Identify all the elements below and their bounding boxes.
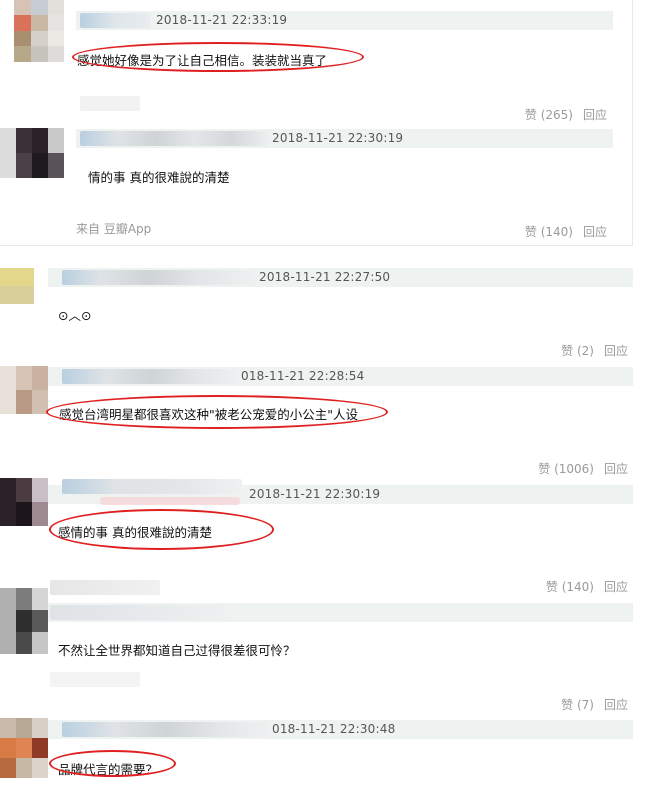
like-button[interactable]: 赞 (1006) <box>538 462 594 476</box>
comment-text: ⊙︿⊙ <box>58 308 92 323</box>
avatar[interactable] <box>0 588 48 654</box>
timestamp: 2018-11-21 22:30:19 <box>272 131 404 145</box>
reply-button[interactable]: 回应 <box>604 462 628 476</box>
comment-actions: 赞 (1006) 回应 <box>528 460 628 477</box>
reply-actions: 赞 (265) 回应 <box>515 106 607 123</box>
comment-actions: 赞 (140) 回应 <box>536 578 628 595</box>
comment-text: 感情的事 真的很难說的清楚 <box>58 525 212 540</box>
comment-text: 感觉台湾明星都很喜欢这种"被老公宠爱的小公主"人设 <box>59 407 359 422</box>
comment-text: 情的事 真的很难說的清楚 <box>88 170 230 185</box>
timestamp: 018-11-21 22:28:54 <box>241 369 365 383</box>
username-blurred[interactable] <box>62 369 240 384</box>
like-button[interactable]: 赞 (7) <box>561 698 594 712</box>
username-blurred[interactable] <box>62 479 242 494</box>
comment-text: 品牌代言的需要？ <box>58 762 159 777</box>
reply-button[interactable]: 回应 <box>583 225 607 239</box>
reply-actions: 赞 (140) 回应 <box>515 223 607 240</box>
avatar[interactable] <box>0 366 48 414</box>
timestamp: 2018-11-21 22:33:19 <box>156 13 288 27</box>
blurred-line <box>80 96 140 111</box>
username-blurred[interactable] <box>50 580 160 595</box>
source-label[interactable]: 来自 豆瓣App <box>76 220 151 237</box>
username-blurred[interactable] <box>80 13 150 28</box>
timestamp: 2018-11-21 22:30:19 <box>249 487 381 501</box>
blurred-line <box>50 605 230 620</box>
comment-actions: 赞 (7) 回应 <box>551 696 628 713</box>
timestamp: 2018-11-21 22:27:50 <box>259 270 391 284</box>
timestamp: 018-11-21 22:30:48 <box>272 722 396 736</box>
like-button[interactable]: 赞 (140) <box>525 225 573 239</box>
avatar[interactable] <box>0 268 34 304</box>
reply-button[interactable]: 回应 <box>604 698 628 712</box>
avatar[interactable] <box>14 0 64 62</box>
comment-text: 不然让全世界都知道自己过得很差很可怜？ <box>58 643 296 658</box>
username-blurred[interactable] <box>80 131 270 146</box>
like-button[interactable]: 赞 (265) <box>525 108 573 122</box>
avatar[interactable] <box>0 718 48 778</box>
blurred-line <box>100 497 240 505</box>
comment-actions: 赞 (2) 回应 <box>551 342 628 359</box>
like-button[interactable]: 赞 (140) <box>546 580 594 594</box>
reply-button[interactable]: 回应 <box>604 580 628 594</box>
username-blurred[interactable] <box>62 270 257 285</box>
like-button[interactable]: 赞 (2) <box>561 344 594 358</box>
avatar[interactable] <box>0 128 64 178</box>
avatar[interactable] <box>0 478 48 526</box>
blurred-line <box>50 672 140 687</box>
reply-button[interactable]: 回应 <box>583 108 607 122</box>
comment-text: 感觉她好像是为了让自己相信。装装就当真了 <box>77 53 328 68</box>
username-blurred[interactable] <box>62 722 270 737</box>
reply-button[interactable]: 回应 <box>604 344 628 358</box>
nested-replies-box <box>0 0 633 246</box>
